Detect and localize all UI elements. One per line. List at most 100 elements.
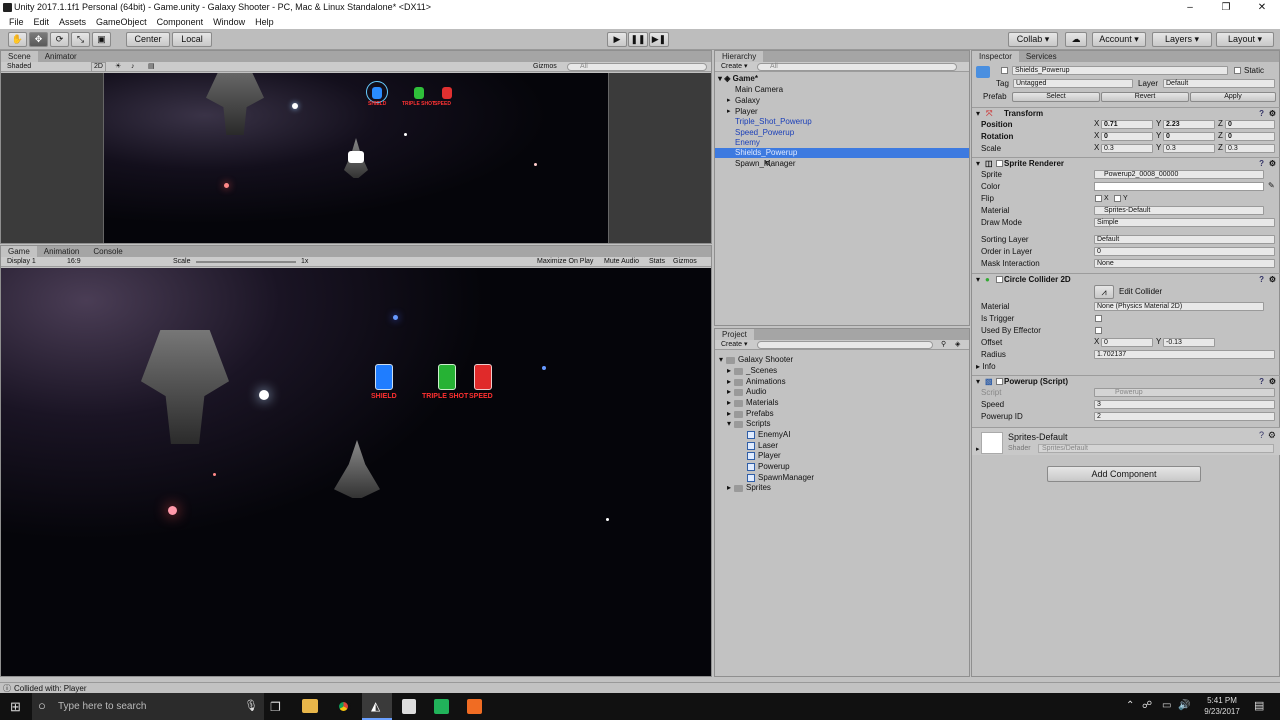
layers-dropdown[interactable]: Layers ▾: [1152, 32, 1212, 47]
static-checkbox[interactable]: [1234, 67, 1241, 74]
scene-root[interactable]: ▾ ◈ Game*: [718, 74, 758, 83]
sorting-layer-dropdown[interactable]: Default: [1094, 235, 1275, 244]
settings-gear-icon[interactable]: ⚙: [1269, 158, 1276, 170]
hierarchy-item-player[interactable]: Player: [735, 107, 758, 117]
effects-icon[interactable]: ▤: [148, 62, 155, 72]
mute-audio-toggle[interactable]: Mute Audio: [604, 257, 639, 267]
close-button[interactable]: ✕: [1244, 0, 1280, 15]
sprite-field[interactable]: Powerup2_0008_00000: [1094, 170, 1264, 179]
rotation-y-field[interactable]: 0: [1163, 132, 1215, 141]
project-search-input[interactable]: [757, 341, 933, 349]
tab-animation[interactable]: Animation: [37, 246, 87, 257]
tray-volume-icon[interactable]: 🔊: [1178, 700, 1190, 711]
tab-scene[interactable]: Scene: [1, 51, 38, 62]
hierarchy-search-input[interactable]: All: [757, 63, 957, 71]
taskbar-date[interactable]: 9/23/2017: [1200, 707, 1244, 716]
tag-dropdown[interactable]: Untagged: [1013, 79, 1133, 88]
folder-scenes[interactable]: ▸ _Scenes: [727, 366, 777, 376]
tray-network-icon[interactable]: ☍: [1142, 700, 1152, 711]
scale-x-field[interactable]: 0.3: [1101, 144, 1153, 153]
hand-tool-icon[interactable]: ✋: [8, 32, 27, 47]
folder-scripts[interactable]: ▾ Scripts: [727, 419, 770, 429]
tray-battery-icon[interactable]: ▭: [1162, 700, 1171, 711]
hierarchy-item-enemy[interactable]: Enemy: [735, 138, 760, 148]
sprite-renderer-header[interactable]: ▾ ◫ Sprite Renderer ? ⚙: [972, 157, 1280, 169]
account-dropdown[interactable]: Account ▾: [1092, 32, 1146, 47]
shading-dropdown[interactable]: Shaded: [7, 62, 31, 72]
position-y-field[interactable]: 2.23: [1163, 120, 1215, 129]
folder-audio[interactable]: ▸ Audio: [727, 387, 766, 397]
folder-materials[interactable]: ▸ Materials: [727, 398, 778, 408]
gizmos-dropdown[interactable]: Gizmos: [533, 62, 557, 72]
scene-search-input[interactable]: All: [567, 63, 707, 71]
cloud-icon[interactable]: ☁: [1065, 32, 1087, 47]
tab-project[interactable]: Project: [715, 329, 754, 340]
info-foldout[interactable]: ▸ Info: [976, 361, 996, 372]
prefab-apply-button[interactable]: Apply: [1190, 92, 1276, 102]
script-powerup[interactable]: Powerup: [747, 462, 790, 472]
script-enemyai[interactable]: EnemyAI: [747, 430, 790, 440]
component-enabled-checkbox[interactable]: [996, 378, 1003, 385]
rotate-tool-icon[interactable]: ⟳: [50, 32, 69, 47]
transform-header[interactable]: ▾ ⤧ Transform ? ⚙: [972, 107, 1280, 119]
scale-slider[interactable]: [196, 261, 296, 263]
notification-icon[interactable]: ▤: [1254, 699, 1264, 712]
menu-gameobject[interactable]: GameObject: [91, 15, 152, 29]
hierarchy-item-shields-powerup[interactable]: Shields_Powerup: [735, 148, 797, 158]
used-by-effector-checkbox[interactable]: [1095, 327, 1102, 334]
menu-edit[interactable]: Edit: [29, 15, 55, 29]
rotation-x-field[interactable]: 0: [1101, 132, 1153, 141]
chrome-icon[interactable]: [336, 699, 351, 714]
tab-animator[interactable]: Animator: [38, 51, 84, 62]
offset-y-field[interactable]: -0.13: [1163, 338, 1215, 347]
object-name-field[interactable]: Shields_Powerup: [1012, 66, 1228, 75]
flip-x-checkbox[interactable]: [1095, 195, 1102, 202]
minimize-button[interactable]: –: [1172, 0, 1208, 15]
menu-component[interactable]: Component: [152, 15, 209, 29]
taskbar-search[interactable]: ○ Type here to search 🎙: [32, 693, 264, 720]
script-spawnmanager[interactable]: SpawnManager: [747, 473, 814, 483]
filter-label-icon[interactable]: ◈: [955, 340, 960, 350]
order-in-layer-field[interactable]: 0: [1094, 247, 1275, 256]
component-enabled-checkbox[interactable]: [996, 160, 1003, 167]
is-trigger-checkbox[interactable]: [1095, 315, 1102, 322]
circle-collider-header[interactable]: ▾ ● Circle Collider 2D ? ⚙: [972, 273, 1280, 285]
rect-tool-icon[interactable]: ▣: [92, 32, 111, 47]
step-button[interactable]: ▶❚: [649, 32, 669, 47]
help-icon[interactable]: ?: [1259, 158, 1264, 170]
display-dropdown[interactable]: Display 1: [7, 257, 36, 267]
mask-interaction-dropdown[interactable]: None: [1094, 259, 1275, 268]
menu-file[interactable]: File: [4, 15, 29, 29]
help-icon[interactable]: ?: [1259, 430, 1264, 440]
maximize-button[interactable]: ❐: [1208, 0, 1244, 15]
component-enabled-checkbox[interactable]: [996, 276, 1003, 283]
folder-sprites[interactable]: ▸ Sprites: [727, 483, 771, 493]
file-explorer-icon[interactable]: [302, 699, 318, 713]
color-swatch[interactable]: [1094, 182, 1264, 191]
filter-type-icon[interactable]: ⚲: [941, 340, 946, 350]
game-viewport[interactable]: SHIELD TRIPLE SHOT SPEED: [1, 268, 711, 676]
prefab-select-button[interactable]: Select: [1012, 92, 1100, 102]
menu-assets[interactable]: Assets: [54, 15, 91, 29]
settings-gear-icon[interactable]: ⚙: [1269, 376, 1276, 388]
menu-help[interactable]: Help: [250, 15, 279, 29]
pause-button[interactable]: ❚❚: [628, 32, 648, 47]
hierarchy-create-button[interactable]: Create ▾: [721, 62, 747, 72]
layer-dropdown[interactable]: Default: [1163, 79, 1275, 88]
play-button[interactable]: ▶: [607, 32, 627, 47]
powerup-id-field[interactable]: 2: [1094, 412, 1275, 421]
scene-viewport[interactable]: SHIELD TRIPLE SHOT SPEED: [1, 73, 711, 243]
position-x-field[interactable]: 0.71: [1101, 120, 1153, 129]
add-component-button[interactable]: Add Component: [1047, 466, 1201, 482]
calculator-icon[interactable]: [402, 699, 416, 714]
audio-icon[interactable]: ♪: [131, 62, 135, 72]
expand-arrow-icon[interactable]: ▸: [727, 107, 731, 115]
camtasia-icon[interactable]: [434, 699, 449, 714]
settings-gear-icon[interactable]: ⚙: [1269, 108, 1276, 120]
2d-toggle[interactable]: 2D: [91, 62, 106, 72]
move-tool-icon[interactable]: ✥: [29, 32, 48, 47]
radius-field[interactable]: 1.702137: [1094, 350, 1275, 359]
script-laser[interactable]: Laser: [747, 441, 778, 451]
tab-console[interactable]: Console: [86, 246, 129, 257]
help-icon[interactable]: ?: [1259, 274, 1264, 286]
